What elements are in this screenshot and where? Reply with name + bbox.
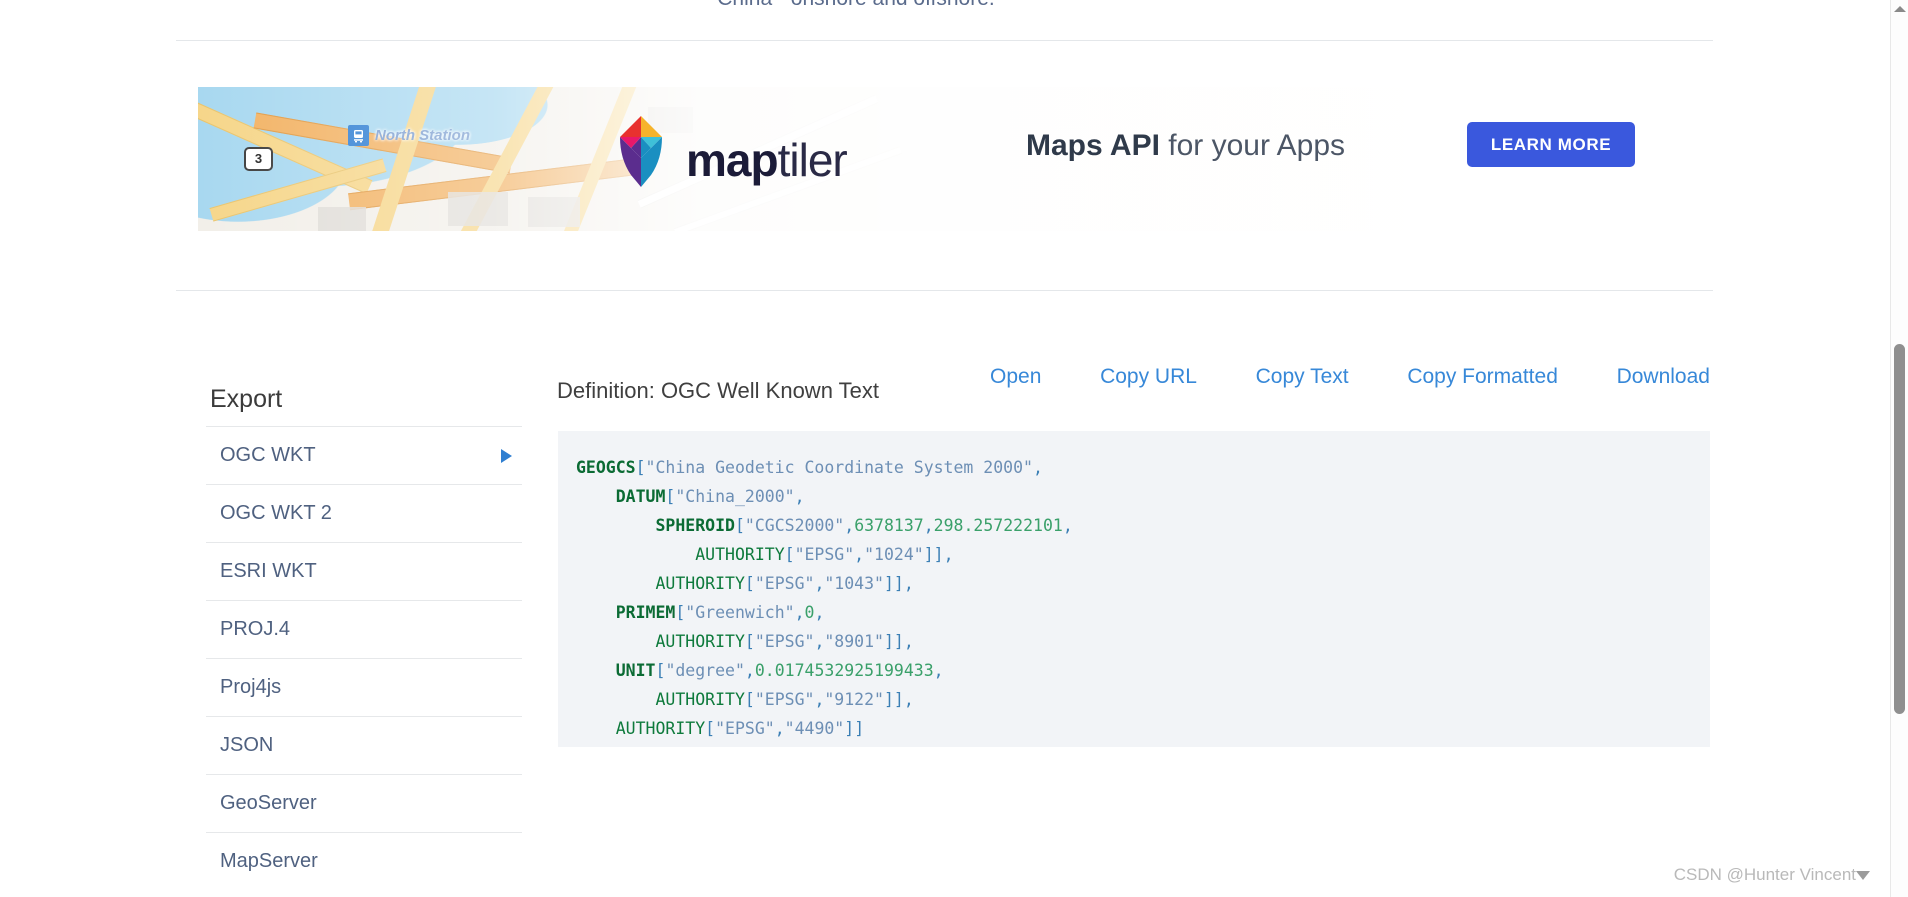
maptiler-pin-icon [610, 115, 672, 204]
page-viewport: China - onshore and offshore. 3 [0, 0, 1890, 897]
ad-tagline-rest: for your Apps [1159, 129, 1346, 162]
export-panel-title: Export [210, 385, 283, 413]
export-item-label: OGC WKT 2 [220, 502, 332, 524]
export-item-json[interactable]: JSON [206, 716, 522, 774]
export-item-label: Proj4js [220, 676, 282, 698]
maptiler-ad-banner[interactable]: 3 North Station [198, 87, 1691, 231]
wkt-code-text: GEOGCS["China Geodetic Coordinate System… [576, 458, 1073, 738]
chevron-right-icon [501, 448, 512, 463]
export-item-proj-4[interactable]: PROJ.4 [206, 600, 522, 658]
export-item-geoserver[interactable]: GeoServer [206, 774, 522, 832]
action-link-download[interactable]: Download [1617, 365, 1710, 389]
export-item-label: GeoServer [220, 792, 317, 814]
export-item-ogc-wkt[interactable]: OGC WKT [206, 426, 522, 484]
definition-action-links: Open Copy URL Copy Text Copy Formatted Downl… [990, 365, 1710, 389]
definition-code-block[interactable]: GEOGCS["China Geodetic Coordinate System… [558, 431, 1710, 747]
export-item-label: ESRI WKT [220, 560, 317, 582]
ad-content: maptiler Maps API for your Apps LEARN MO… [198, 87, 1691, 231]
export-item-ogc-wkt-2[interactable]: OGC WKT 2 [206, 484, 522, 542]
export-item-label: MapServer [220, 850, 318, 872]
scroll-up-arrow-icon[interactable] [1891, 0, 1908, 18]
action-link-copy-text[interactable]: Copy Text [1256, 365, 1349, 389]
above-section-partial-text: China - onshore and offshore. [0, 0, 1712, 11]
maptiler-wordmark-bold: map [686, 133, 779, 186]
maptiler-wordmark: maptiler [686, 133, 848, 186]
divider-middle [176, 290, 1713, 291]
divider-top [176, 40, 1713, 41]
definition-title: Definition: OGC Well Known Text [557, 378, 879, 403]
action-link-open[interactable]: Open [990, 365, 1041, 389]
action-link-copy-url[interactable]: Copy URL [1100, 365, 1197, 389]
export-item-mapserver[interactable]: MapServer [206, 832, 522, 890]
export-panel: Export OGC WKT OGC WKT 2 ESRI WKT PROJ.4 Pro… [206, 385, 522, 890]
export-list: OGC WKT OGC WKT 2 ESRI WKT PROJ.4 Proj4js JSO… [206, 426, 522, 890]
action-link-copy-formatted[interactable]: Copy Formatted [1407, 365, 1558, 389]
export-item-label: PROJ.4 [220, 618, 291, 640]
learn-more-button[interactable]: LEARN MORE [1467, 122, 1635, 167]
page-scrollbar[interactable] [1890, 0, 1908, 897]
export-item-label: OGC WKT [220, 444, 316, 466]
export-item-proj4js[interactable]: Proj4js [206, 658, 522, 716]
export-item-label: JSON [220, 734, 274, 756]
export-item-esri-wkt[interactable]: ESRI WKT [206, 542, 522, 600]
ad-tagline-bold: Maps API [1026, 129, 1160, 162]
maptiler-logo: maptiler [610, 115, 848, 204]
watermark-caret-icon [1856, 870, 1870, 880]
maptiler-wordmark-light: tiler [777, 133, 848, 186]
watermark-text: CSDN @Hunter Vincent [1673, 865, 1856, 884]
ad-tagline: Maps API for your Apps [1026, 129, 1345, 163]
watermark: CSDN @Hunter Vincent [1674, 865, 1870, 885]
scrollbar-thumb[interactable] [1894, 344, 1905, 714]
